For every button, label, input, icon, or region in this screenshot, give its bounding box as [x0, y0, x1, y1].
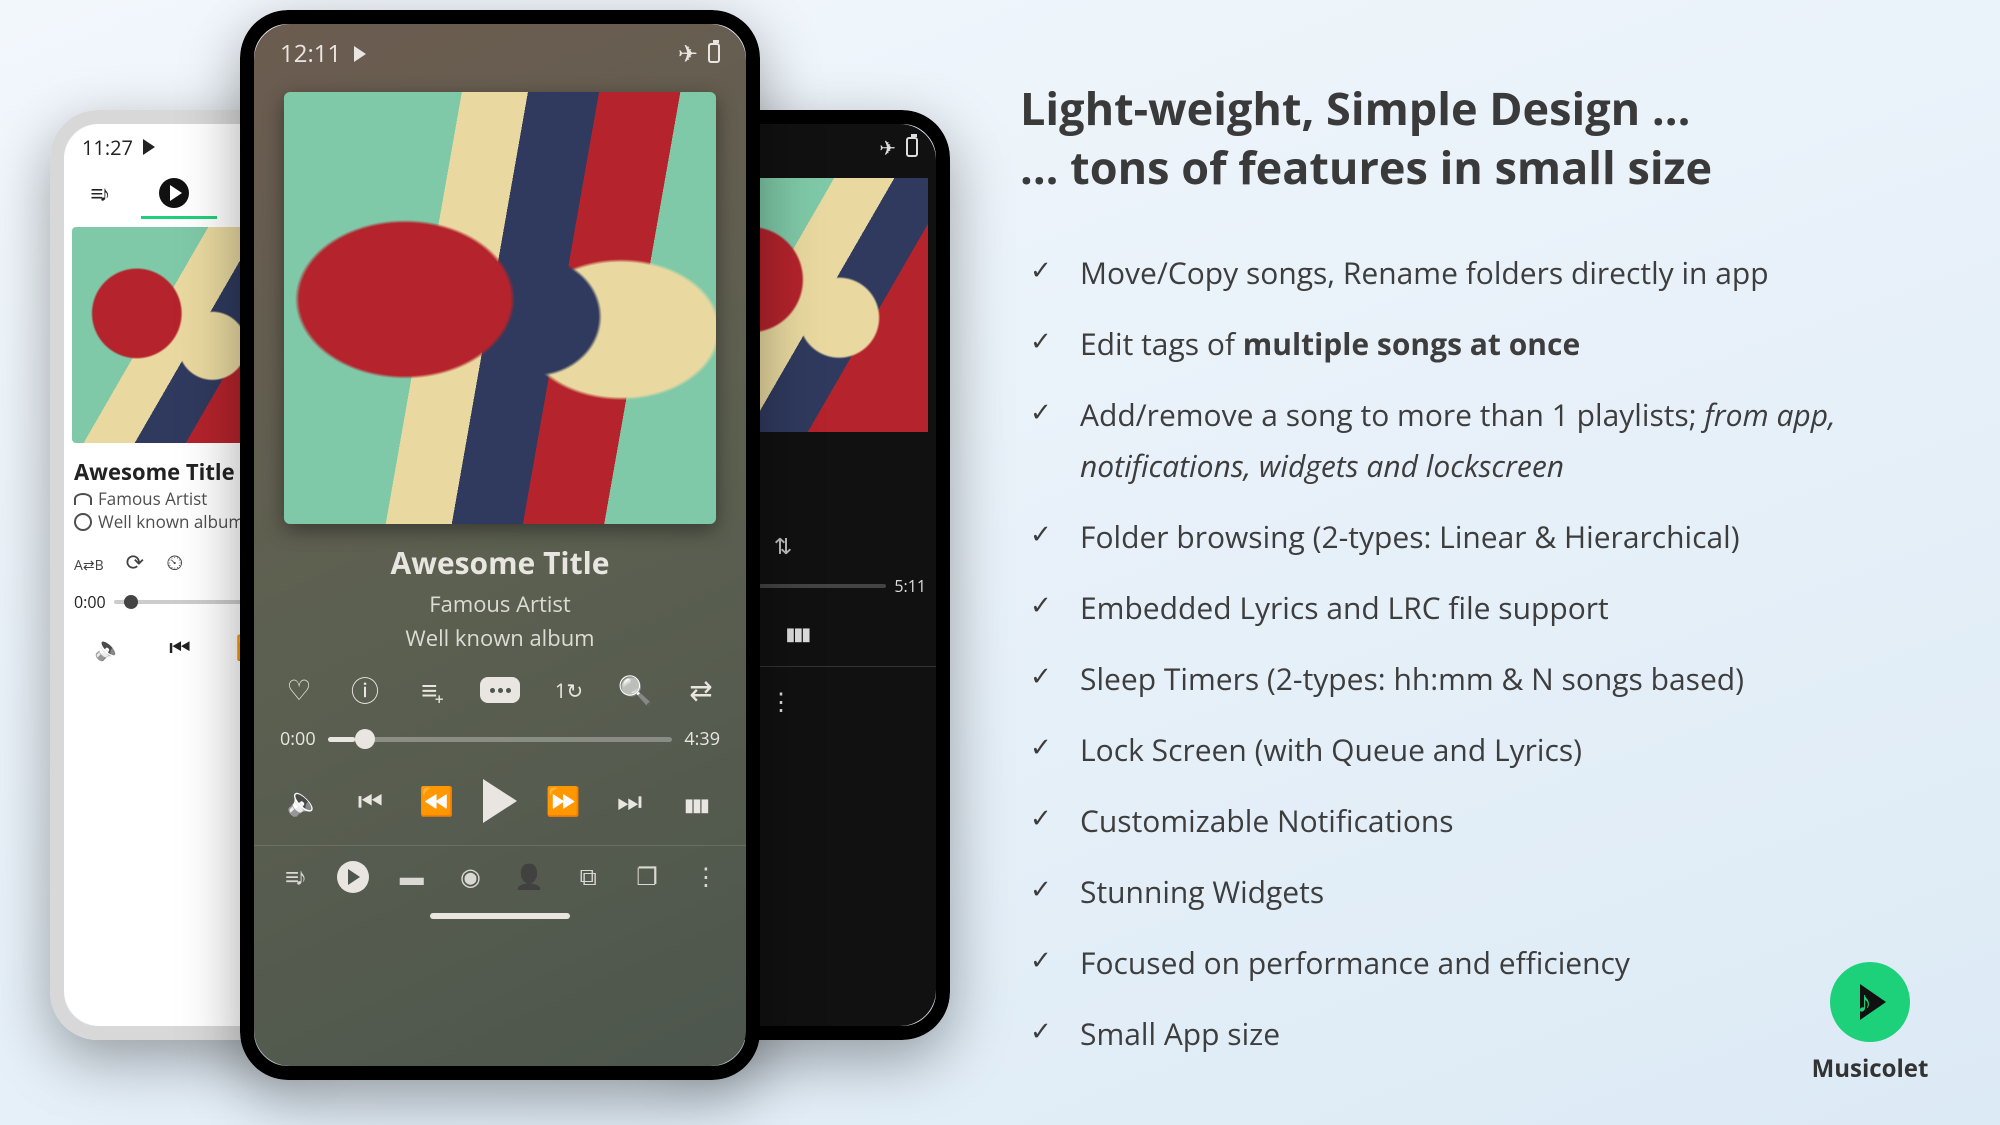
now-playing-nav[interactable]: [337, 861, 369, 893]
next-track-icon[interactable]: [610, 782, 650, 820]
previous-track-icon[interactable]: [350, 782, 390, 820]
status-bar: 12:11: [254, 24, 746, 82]
feature-item: Embedded Lyrics and LRC file support: [1020, 582, 1920, 633]
feature-item: Sleep Timers (2-types: hh:mm & N songs b…: [1020, 653, 1920, 704]
volume-icon[interactable]: [94, 631, 124, 664]
folders-nav-icon[interactable]: [396, 860, 428, 893]
status-time: 11:27: [82, 134, 133, 161]
time-total: 4:39: [684, 727, 720, 751]
artists-nav-icon[interactable]: [513, 860, 545, 893]
feature-item: Customizable Notifications: [1020, 795, 1920, 846]
favorite-icon[interactable]: [282, 673, 316, 707]
marketing-panel: Light-weight, Simple Design ... ... tons…: [1020, 80, 1920, 1079]
action-row: [254, 653, 746, 715]
feature-item: Folder browsing (2-types: Linear & Hiera…: [1020, 511, 1920, 562]
feature-list: Move/Copy songs, Rename folders directly…: [1020, 247, 1920, 1059]
phone-adaptive-theme: 12:11 Awesome Title Famous Artist Well k…: [240, 10, 760, 1080]
album-art[interactable]: [284, 92, 716, 524]
now-playing-tab[interactable]: [159, 178, 189, 208]
feature-item: Add/remove a song to more than 1 playlis…: [1020, 389, 1920, 491]
battery-icon: [708, 43, 720, 63]
airplane-mode-icon: [879, 134, 896, 161]
status-time: 12:11: [280, 37, 341, 70]
sleep-timer-icon[interactable]: [166, 547, 183, 577]
track-album: Well known album: [254, 623, 746, 653]
speed-icon[interactable]: [126, 547, 144, 577]
more-nav-icon[interactable]: [690, 860, 722, 893]
volume-icon[interactable]: [284, 782, 324, 820]
previous-track-icon[interactable]: [169, 631, 191, 664]
feature-item: Lock Screen (with Queue and Lyrics): [1020, 724, 1920, 775]
equalizer-icon[interactable]: [676, 782, 716, 820]
more-options-button[interactable]: [480, 677, 520, 703]
play-button[interactable]: [483, 779, 517, 823]
bottom-nav: [254, 845, 746, 907]
headline: Light-weight, Simple Design ... ... tons…: [1020, 80, 1920, 197]
tab-indicator: [141, 216, 218, 219]
albums-nav-icon[interactable]: [455, 860, 487, 893]
headline-line-2: ... tons of features in small size: [1020, 137, 1712, 198]
info-icon[interactable]: [348, 673, 382, 707]
rewind-icon[interactable]: [417, 782, 457, 820]
musicolet-logo-icon: [1830, 962, 1910, 1042]
app-status-icon: [143, 139, 155, 155]
track-title: Awesome Title: [254, 542, 746, 583]
track-artist: Famous Artist: [254, 589, 746, 619]
shuffle-icon[interactable]: [684, 673, 718, 707]
feature-item: Focused on performance and efficiency: [1020, 937, 1920, 988]
brand-name: Musicolet: [1800, 1052, 1940, 1085]
playlists-nav-icon[interactable]: [631, 860, 663, 893]
feature-item: Stunning Widgets: [1020, 866, 1920, 917]
shuffle-icon[interactable]: [769, 537, 799, 555]
feature-item: Move/Copy songs, Rename folders directly…: [1020, 247, 1920, 298]
playback-controls: [254, 757, 746, 845]
gesture-bar: [430, 913, 570, 919]
seek-bar[interactable]: 0:00 4:39: [254, 715, 746, 757]
track-meta: Awesome Title Famous Artist Well known a…: [254, 542, 746, 653]
feature-item: Small App size: [1020, 1008, 1920, 1059]
more-icon[interactable]: [769, 685, 793, 718]
queue-nav-icon[interactable]: [278, 860, 310, 893]
add-to-queue-icon[interactable]: [414, 673, 448, 707]
time-elapsed: 0:00: [74, 591, 106, 613]
fast-forward-icon[interactable]: [543, 782, 583, 820]
queue-tab-icon[interactable]: [90, 178, 106, 208]
airplane-mode-icon: [678, 37, 698, 70]
genres-nav-icon[interactable]: [572, 860, 604, 893]
time-elapsed: 0:00: [280, 727, 316, 751]
brand-block: Musicolet: [1800, 962, 1940, 1085]
search-in-icon[interactable]: [618, 673, 652, 707]
ab-repeat-icon[interactable]: [74, 547, 104, 577]
seek-track[interactable]: [328, 737, 673, 742]
battery-icon: [906, 137, 918, 157]
time-total: 5:11: [894, 575, 926, 597]
seek-knob[interactable]: [355, 729, 375, 749]
phone-mockup-stack: 11:27 Awesome Title Famous Artist Well k…: [50, 10, 950, 1110]
repeat-one-icon[interactable]: [552, 673, 586, 707]
equalizer-icon[interactable]: [786, 615, 810, 648]
headline-line-1: Light-weight, Simple Design ...: [1020, 78, 1690, 139]
app-status-icon: [354, 46, 366, 62]
feature-item: Edit tags of multiple songs at once: [1020, 318, 1920, 369]
